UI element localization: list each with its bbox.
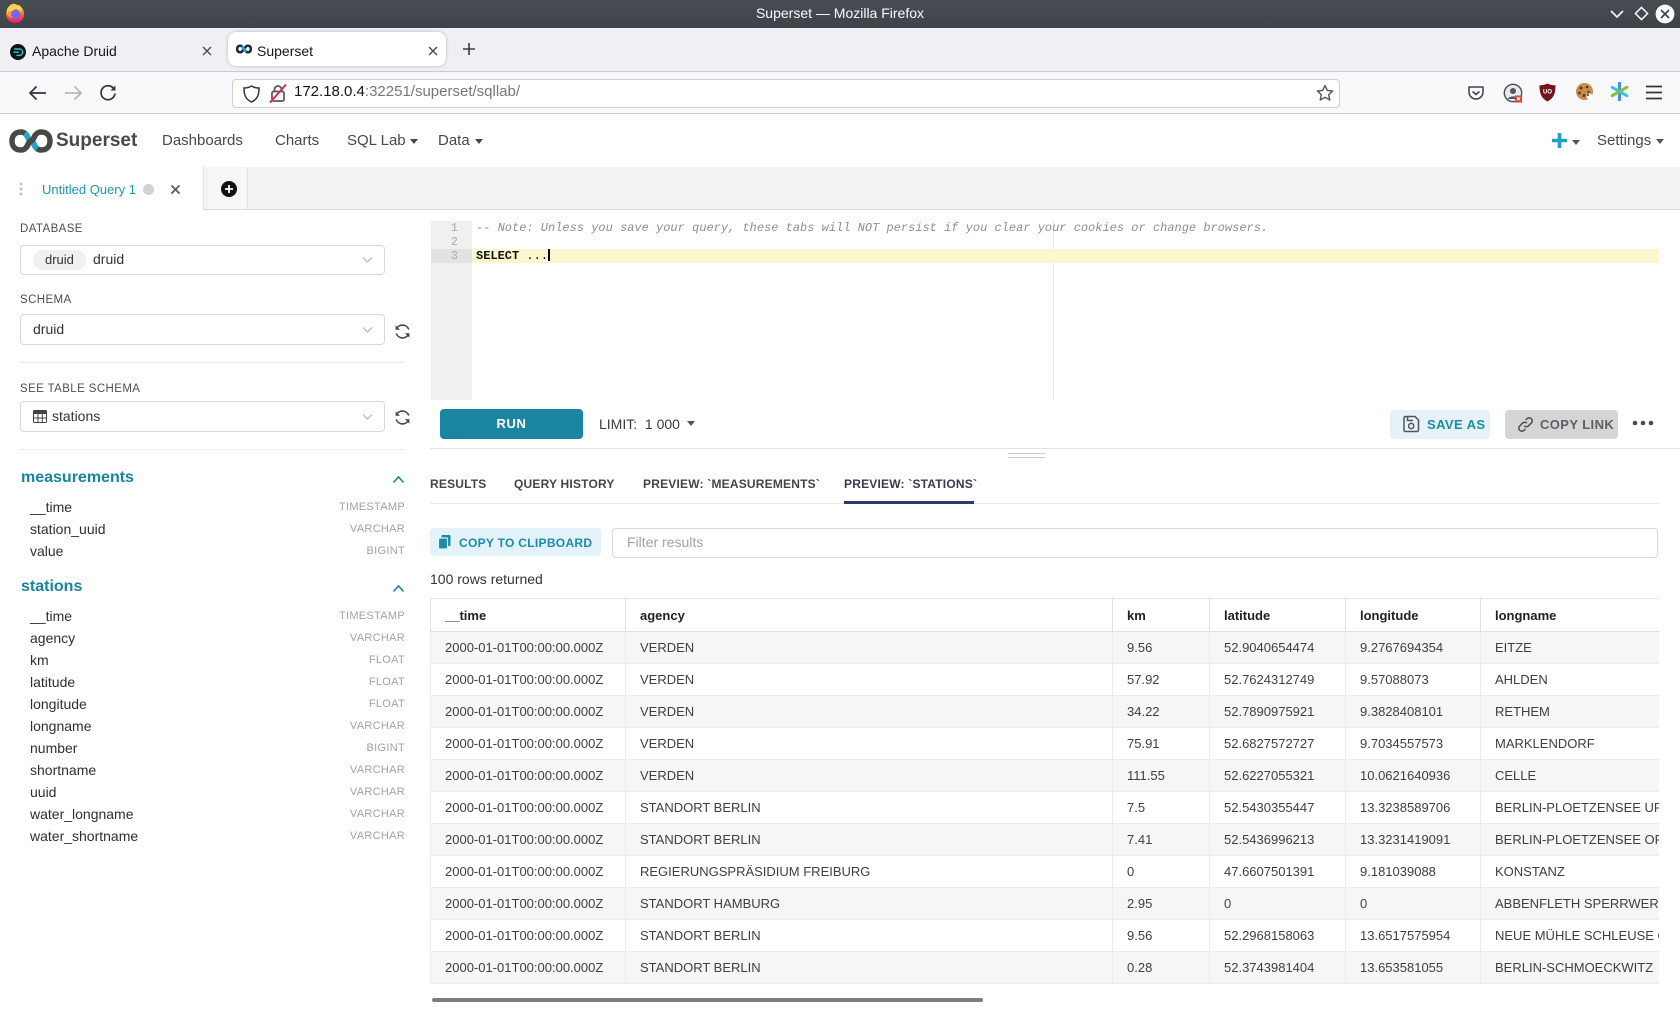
svg-text:UO: UO xyxy=(1543,90,1552,96)
